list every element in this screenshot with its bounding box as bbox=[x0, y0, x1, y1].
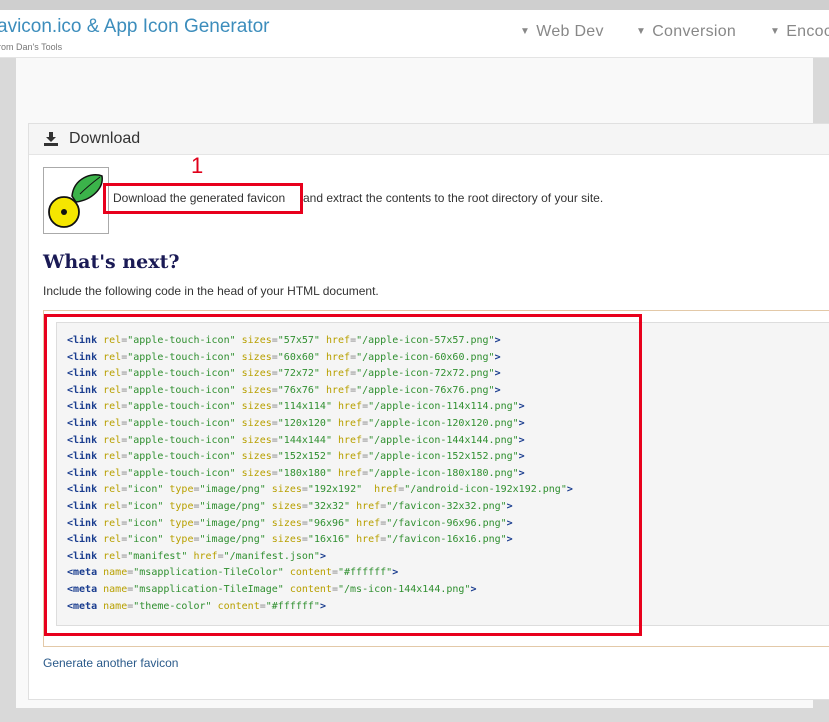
nav-label: Web Dev bbox=[536, 23, 604, 40]
generate-another-link[interactable]: Generate another favicon bbox=[43, 656, 178, 670]
nav-label: Conversion bbox=[652, 23, 737, 40]
caret-down-icon: ▼ bbox=[770, 26, 781, 37]
favicon-image bbox=[48, 174, 103, 228]
step-number: 1 bbox=[191, 153, 204, 178]
highlight-box-code bbox=[44, 314, 642, 636]
caret-down-icon: ▼ bbox=[520, 26, 531, 37]
include-instructions: Include the following code in the head o… bbox=[43, 284, 379, 298]
favicon-preview bbox=[43, 167, 109, 234]
nav-web-dev[interactable]: ▼ Web Dev bbox=[520, 23, 604, 41]
whats-next-heading: What's next? bbox=[43, 251, 180, 273]
site-header: avicon.ico & App Icon Generator rom Dan'… bbox=[0, 10, 829, 58]
panel-header: Download bbox=[29, 124, 829, 155]
highlight-box-download bbox=[103, 183, 303, 214]
download-instructions: and extract the contents to the root dir… bbox=[303, 191, 604, 205]
nav-conversion[interactable]: ▼ Conversion bbox=[636, 23, 736, 41]
nav-label: Encoc bbox=[786, 23, 829, 40]
download-icon bbox=[44, 132, 58, 146]
nav-encoding[interactable]: ▼ Encoc bbox=[770, 23, 829, 41]
caret-down-icon: ▼ bbox=[636, 26, 647, 37]
panel-title: Download bbox=[69, 130, 141, 147]
site-title[interactable]: avicon.ico & App Icon Generator bbox=[0, 16, 270, 38]
site-subtitle: rom Dan's Tools bbox=[0, 42, 63, 52]
